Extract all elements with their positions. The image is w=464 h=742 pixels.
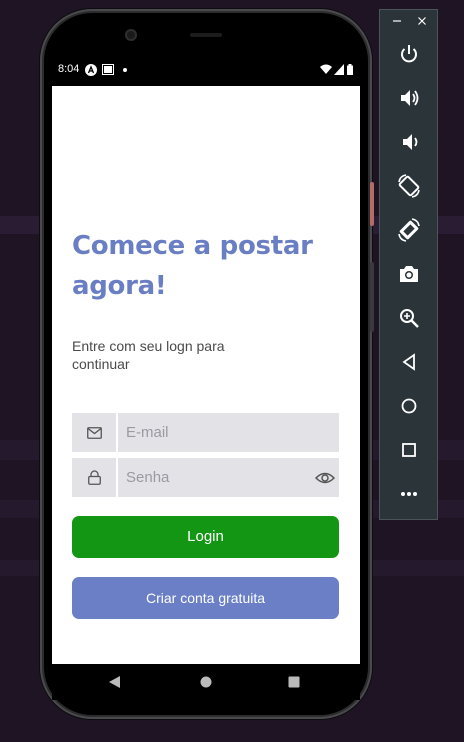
emulator-toolbar [379, 9, 438, 520]
password-input[interactable] [118, 458, 339, 497]
home-icon[interactable] [396, 393, 422, 419]
earpiece-speaker [190, 33, 222, 37]
volume-side-button[interactable] [370, 262, 374, 332]
email-input[interactable] [118, 413, 339, 452]
status-bar: 8:04 [52, 56, 360, 86]
mail-icon [87, 427, 102, 439]
camera-icon[interactable] [396, 261, 422, 287]
status-time: 8:04 [58, 63, 80, 75]
email-icon-box [72, 413, 116, 452]
wifi-icon [320, 64, 332, 74]
create-account-button[interactable]: Criar conta gratuita [72, 577, 339, 619]
minimize-icon[interactable] [392, 16, 402, 26]
power-icon[interactable] [396, 41, 422, 67]
power-side-button[interactable] [370, 182, 374, 226]
rotate-right-icon[interactable] [396, 217, 422, 243]
back-icon[interactable] [396, 349, 422, 375]
password-field [72, 458, 339, 497]
login-subtitle: Entre com seu logn para continuar [72, 338, 225, 372]
password-icon-box [72, 458, 116, 497]
dot-notification-icon [123, 68, 127, 72]
navigation-bar [52, 664, 360, 700]
zoom-icon[interactable] [396, 305, 422, 331]
battery-icon [347, 64, 353, 75]
rotate-left-icon[interactable] [396, 173, 422, 199]
close-icon[interactable] [417, 16, 427, 26]
lock-icon [88, 470, 101, 485]
nav-overview-icon[interactable] [288, 676, 300, 688]
volume-down-icon[interactable] [396, 129, 422, 155]
nav-back-icon[interactable] [109, 676, 120, 688]
login-button[interactable]: Login [72, 516, 339, 558]
app-screen: Comece a postar agora! Entre com seu log… [52, 86, 360, 664]
signal-icon [334, 64, 344, 75]
volume-up-icon[interactable] [396, 85, 422, 111]
overview-icon[interactable] [396, 437, 422, 463]
more-icon[interactable] [396, 481, 422, 507]
show-password-icon[interactable] [315, 468, 335, 488]
email-field [72, 413, 339, 452]
app-notification-icon [85, 64, 97, 76]
page-title: Comece a postar agora! [72, 231, 313, 301]
image-notification-icon [102, 64, 114, 75]
front-camera [125, 29, 137, 41]
nav-home-icon[interactable] [200, 676, 212, 688]
